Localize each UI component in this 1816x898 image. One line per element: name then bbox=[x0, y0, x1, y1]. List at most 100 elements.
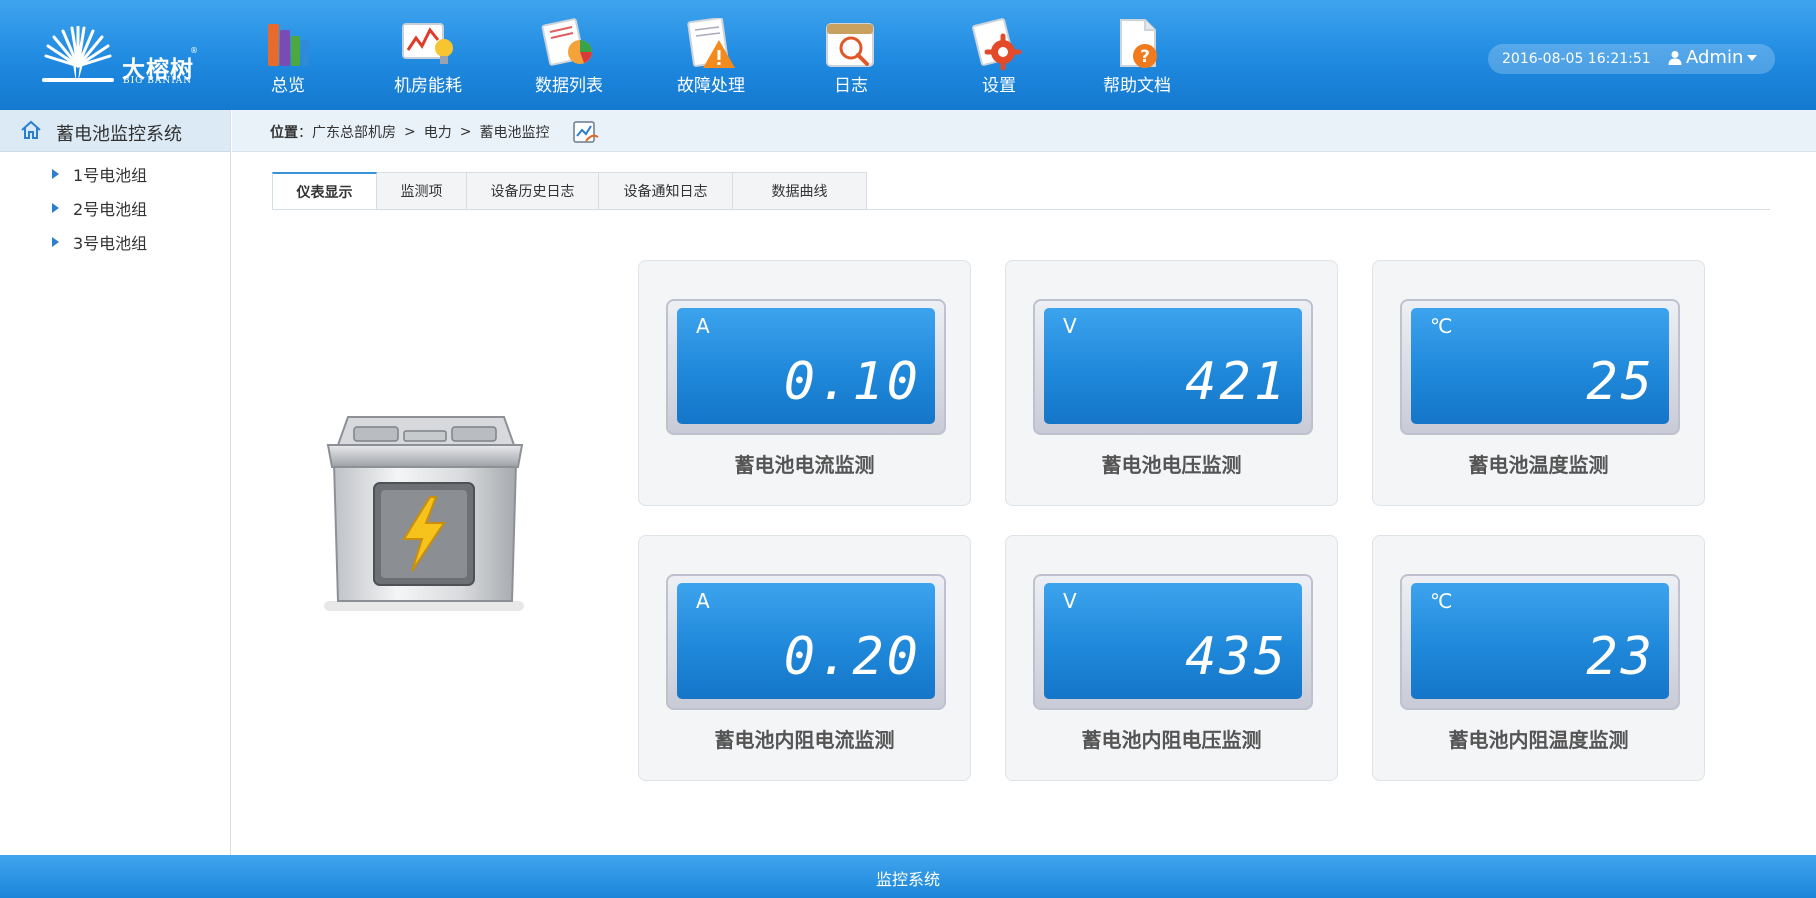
gauge-card-internal-voltage[interactable]: V 435 蓄电池内阻电压监测 bbox=[1005, 535, 1338, 781]
user-name: Admin bbox=[1686, 47, 1744, 68]
breadcrumb-item[interactable]: 电力 bbox=[424, 122, 452, 142]
sidebar-item-battery-group-2[interactable]: 2号电池组 bbox=[52, 196, 147, 220]
gauge-unit: A bbox=[696, 314, 710, 338]
lcd-frame: A 0.10 bbox=[666, 299, 946, 435]
tab-data-curve[interactable]: 数据曲线 bbox=[733, 172, 867, 210]
nav-data-list[interactable]: 数据列表 bbox=[514, 14, 624, 98]
gauge-value: 435 bbox=[1185, 627, 1288, 687]
gauge-unit: V bbox=[1063, 589, 1077, 613]
tab-monitor-items[interactable]: 监测项 bbox=[377, 172, 467, 210]
current-datetime: 2016-08-05 16:21:51 bbox=[1502, 51, 1651, 67]
gauge-value: 421 bbox=[1185, 352, 1288, 412]
gauge-value: 0.10 bbox=[783, 352, 921, 412]
battery-icon bbox=[324, 416, 524, 611]
tab-gauge-display[interactable]: 仪表显示 bbox=[272, 172, 377, 210]
caret-down-icon bbox=[1747, 54, 1758, 61]
sidebar-item-label: 1号电池组 bbox=[73, 166, 148, 185]
user-menu[interactable]: Admin bbox=[1668, 47, 1758, 68]
lcd-display: A 0.10 bbox=[677, 308, 935, 424]
brand-logo[interactable]: 大榕树 ® BIG BANIAN bbox=[38, 26, 208, 88]
footer-text: 监控系统 bbox=[875, 870, 940, 889]
svg-text:?: ? bbox=[1140, 47, 1150, 67]
gauge-label: 蓄电池内阻电压监测 bbox=[1081, 728, 1262, 752]
gauge-label: 蓄电池内阻电流监测 bbox=[714, 728, 895, 752]
home-icon bbox=[21, 120, 41, 139]
gauge-card-internal-current[interactable]: A 0.20 蓄电池内阻电流监测 bbox=[638, 535, 971, 781]
lcd-display: A 0.20 bbox=[677, 583, 935, 699]
breadcrumb-bar: 位置 ： 广东总部机房 > 电力 > 蓄电池监控 bbox=[232, 110, 1816, 152]
gauge-value: 25 bbox=[1586, 352, 1655, 412]
nav-label: 设置 bbox=[982, 76, 1016, 96]
gauge-unit: V bbox=[1063, 314, 1077, 338]
calendar-search-icon bbox=[826, 23, 874, 67]
triangle-right-icon bbox=[52, 169, 59, 179]
tab-device-notification-log[interactable]: 设备通知日志 bbox=[599, 172, 733, 210]
nav-label: 总览 bbox=[271, 76, 305, 96]
sidebar-item-label: 2号电池组 bbox=[73, 200, 148, 219]
breadcrumb-colon: ： bbox=[298, 125, 312, 141]
lcd-display: ℃ 23 bbox=[1411, 583, 1669, 699]
nav-overview[interactable]: 总览 bbox=[233, 14, 343, 98]
gauge-card-temperature[interactable]: ℃ 25 蓄电池温度监测 bbox=[1372, 260, 1705, 506]
gauge-label: 蓄电池内阻温度监测 bbox=[1448, 728, 1629, 752]
gauge-label: 蓄电池温度监测 bbox=[1468, 453, 1609, 477]
nav-help-docs[interactable]: ? 帮助文档 bbox=[1082, 14, 1192, 98]
tab-bar: 仪表显示 监测项 设备历史日志 设备通知日志 数据曲线 bbox=[272, 172, 867, 210]
brand-name-en: BIG BANIAN bbox=[123, 76, 193, 86]
sidebar-item-label: 3号电池组 bbox=[73, 234, 148, 253]
gauge-card-current[interactable]: A 0.10 蓄电池电流监测 bbox=[638, 260, 971, 506]
sidebar-item-battery-group-3[interactable]: 3号电池组 bbox=[52, 230, 147, 254]
top-header: 大榕树 ® BIG BANIAN 总览 机房能耗 数据列表 故障处理 日志 设置… bbox=[0, 0, 1816, 110]
gauge-label: 蓄电池电流监测 bbox=[734, 453, 875, 477]
nav-label: 帮助文档 bbox=[1103, 76, 1171, 96]
sidebar-item-battery-group-1[interactable]: 1号电池组 bbox=[52, 162, 147, 186]
chart-edit-icon[interactable] bbox=[572, 119, 600, 145]
lcd-frame: V 421 bbox=[1033, 299, 1313, 435]
brand-registered-mark: ® bbox=[190, 46, 198, 55]
lcd-frame: V 435 bbox=[1033, 574, 1313, 710]
banyan-tree-icon bbox=[42, 26, 114, 82]
lcd-display: ℃ 25 bbox=[1411, 308, 1669, 424]
triangle-right-icon bbox=[52, 237, 59, 247]
books-icon bbox=[268, 24, 309, 66]
data-pie-chart-icon bbox=[541, 18, 592, 66]
breadcrumb-item: 蓄电池监控 bbox=[479, 125, 550, 141]
energy-chart-bulb-icon bbox=[402, 23, 453, 64]
nav-log[interactable]: 日志 bbox=[796, 14, 906, 98]
lcd-display: V 421 bbox=[1044, 308, 1302, 424]
nav-fault-handling[interactable]: 故障处理 bbox=[656, 14, 766, 98]
gauge-value: 23 bbox=[1586, 627, 1655, 687]
gauge-unit: ℃ bbox=[1430, 589, 1453, 613]
nav-energy[interactable]: 机房能耗 bbox=[373, 14, 483, 98]
lcd-frame: ℃ 23 bbox=[1400, 574, 1680, 710]
nav-label: 数据列表 bbox=[535, 76, 603, 96]
breadcrumb-label: 位置 bbox=[270, 125, 298, 141]
gauge-card-voltage[interactable]: V 421 蓄电池电压监测 bbox=[1005, 260, 1338, 506]
tab-device-history-log[interactable]: 设备历史日志 bbox=[467, 172, 599, 210]
breadcrumb-separator: > bbox=[459, 124, 472, 140]
gauge-card-internal-temperature[interactable]: ℃ 23 蓄电池内阻温度监测 bbox=[1372, 535, 1705, 781]
lcd-display: V 435 bbox=[1044, 583, 1302, 699]
status-pill: 2016-08-05 16:21:51 Admin bbox=[1488, 44, 1775, 74]
breadcrumb: 位置 ： 广东总部机房 > 电力 > 蓄电池监控 bbox=[270, 122, 549, 142]
triangle-right-icon bbox=[52, 203, 59, 213]
gauge-value: 0.20 bbox=[783, 627, 921, 687]
help-document-icon: ? bbox=[1120, 19, 1157, 68]
nav-label: 故障处理 bbox=[677, 76, 745, 96]
nav-settings[interactable]: 设置 bbox=[944, 14, 1054, 98]
breadcrumb-separator: > bbox=[404, 124, 416, 140]
sidebar-title-bar[interactable]: 蓄电池监控系统 bbox=[0, 110, 230, 152]
sidebar: 蓄电池监控系统 1号电池组 2号电池组 3号电池组 bbox=[0, 110, 231, 855]
gauge-unit: ℃ bbox=[1430, 314, 1453, 338]
user-icon bbox=[1668, 50, 1682, 65]
lcd-frame: A 0.20 bbox=[666, 574, 946, 710]
tab-divider bbox=[272, 209, 1770, 210]
gauge-unit: A bbox=[696, 589, 710, 613]
nav-label: 机房能耗 bbox=[394, 76, 462, 96]
warning-document-icon bbox=[687, 18, 735, 68]
sidebar-title: 蓄电池监控系统 bbox=[56, 124, 182, 145]
gauge-label: 蓄电池电压监测 bbox=[1101, 453, 1242, 477]
breadcrumb-item[interactable]: 广东总部机房 bbox=[312, 122, 396, 142]
lcd-frame: ℃ 25 bbox=[1400, 299, 1680, 435]
settings-gear-icon bbox=[972, 18, 1022, 71]
